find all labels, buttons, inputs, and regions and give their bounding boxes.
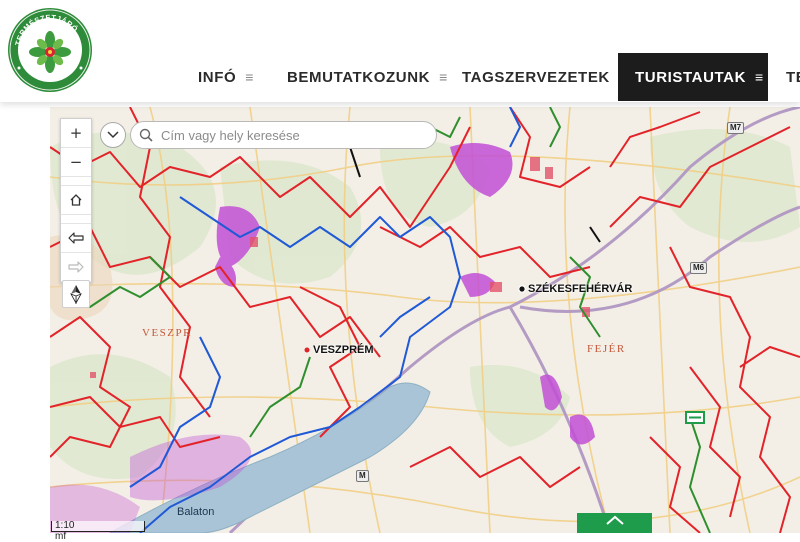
lake-label-balaton: Balaton: [177, 506, 215, 518]
zoom-out-button[interactable]: −: [61, 148, 91, 177]
back-to-top-button[interactable]: [577, 513, 652, 533]
county-label-fejer: FEJÉR: [587, 343, 626, 355]
map-controls: + −: [60, 118, 92, 283]
controls-divider: [61, 215, 91, 224]
map-search-box[interactable]: [130, 121, 437, 149]
veszprem-marker[interactable]: [304, 347, 310, 353]
city-label-veszprem: VESZPRÉM: [313, 344, 374, 356]
road-shield-m7: M7: [727, 122, 745, 134]
compass-button[interactable]: [62, 280, 90, 308]
nav-item-tagszervezetek[interactable]: TAGSZERVEZETEK ≡: [462, 53, 628, 101]
expand-toggle-button[interactable]: [100, 122, 126, 148]
site-header: TERMÉSZETJÁRÓ MAGYAR SZÖVETSÉG INFÓ ≡: [0, 0, 800, 102]
north-arrow-icon: [70, 285, 82, 304]
nav-item-turistautak[interactable]: TURISTAUTAK ≡: [618, 53, 768, 101]
szekesfehervar-marker[interactable]: [518, 285, 526, 293]
chevron-down-icon: [107, 131, 119, 139]
scale-label: 1:10 mf: [55, 520, 75, 542]
road-shield-m6: M6: [690, 262, 708, 274]
road-shield-m: M: [356, 470, 369, 482]
nav-label: TE: [786, 68, 800, 86]
arrow-right-icon: [68, 261, 84, 273]
forward-button[interactable]: [61, 253, 91, 282]
nav-item-info[interactable]: INFÓ ≡: [198, 53, 254, 101]
map-canvas[interactable]: [50, 107, 800, 533]
search-input[interactable]: [161, 127, 421, 143]
home-icon: [70, 194, 82, 206]
menu-icon: ≡: [439, 69, 448, 85]
zoom-in-button[interactable]: +: [61, 119, 91, 148]
nav-label: TURISTAUTAK: [635, 68, 747, 86]
nav-item-bemutatkozunk[interactable]: BEMUTATKOZUNK ≡: [287, 53, 448, 101]
main-nav: INFÓ ≡ BEMUTATKOZUNK ≡ TAGSZERVEZETEK ≡ …: [0, 53, 800, 101]
menu-icon: ≡: [245, 69, 255, 85]
nav-label: INFÓ: [198, 68, 237, 86]
back-button[interactable]: [61, 224, 91, 253]
chevron-up-icon: [605, 515, 624, 525]
search-icon: [139, 128, 161, 142]
menu-icon: ≡: [755, 69, 764, 85]
home-button[interactable]: [61, 186, 91, 215]
arrow-left-icon: [68, 232, 84, 244]
trail-map[interactable]: [50, 107, 800, 533]
county-label-veszprem: VESZPR: [142, 327, 192, 339]
controls-divider: [61, 177, 91, 186]
nav-label: TAGSZERVEZETEK: [462, 68, 610, 86]
nav-label: BEMUTATKOZUNK: [287, 68, 431, 86]
city-label-szekesfehervar: SZÉKESFEHÉRVÁR: [528, 283, 633, 295]
nav-item-te[interactable]: TE: [786, 53, 800, 101]
